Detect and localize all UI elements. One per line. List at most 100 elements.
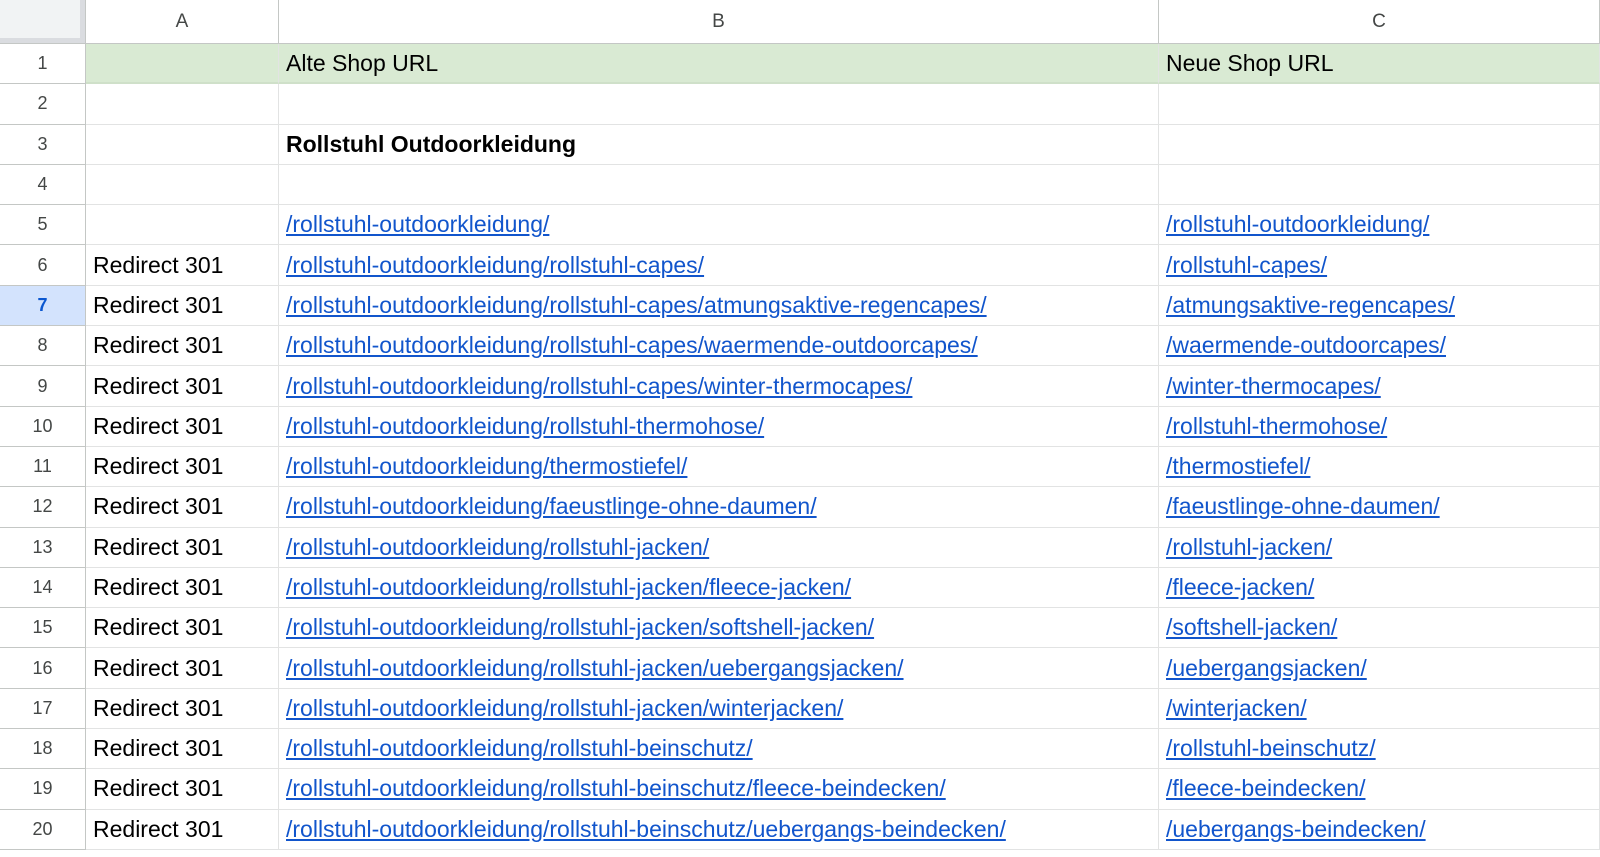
- cell-b18[interactable]: /rollstuhl-outdoorkleidung/rollstuhl-bei…: [279, 729, 1159, 770]
- cell-b19[interactable]: /rollstuhl-outdoorkleidung/rollstuhl-bei…: [279, 769, 1159, 810]
- cell-c11[interactable]: /thermostiefel/: [1159, 446, 1600, 488]
- cell-a3[interactable]: [86, 124, 279, 165]
- cell-a19[interactable]: Redirect 301: [86, 769, 279, 810]
- row-header[interactable]: 2: [0, 84, 86, 125]
- row-header[interactable]: 11: [0, 446, 86, 488]
- url-link[interactable]: /rollstuhl-capes/: [1166, 252, 1327, 279]
- url-link[interactable]: /rollstuhl-outdoorkleidung/rollstuhl-cap…: [286, 252, 704, 279]
- url-link[interactable]: /rollstuhl-outdoorkleidung/rollstuhl-the…: [286, 413, 764, 440]
- cell-b6[interactable]: /rollstuhl-outdoorkleidung/rollstuhl-cap…: [279, 245, 1159, 286]
- select-all-corner[interactable]: [0, 0, 86, 44]
- cell-c17[interactable]: /winterjacken/: [1159, 688, 1600, 730]
- cell-c12[interactable]: /faeustlinge-ohne-daumen/: [1159, 487, 1600, 528]
- url-link[interactable]: /rollstuhl-outdoorkleidung/thermostiefel…: [286, 453, 687, 480]
- cell-b14[interactable]: /rollstuhl-outdoorkleidung/rollstuhl-jac…: [279, 567, 1159, 609]
- cell-a15[interactable]: Redirect 301: [86, 608, 279, 649]
- url-link[interactable]: /rollstuhl-beinschutz/: [1166, 735, 1376, 762]
- row-header[interactable]: 20: [0, 809, 86, 850]
- url-link[interactable]: /winter-thermocapes/: [1166, 373, 1381, 400]
- row-header[interactable]: 7: [0, 285, 86, 327]
- cell-a4[interactable]: [86, 164, 279, 206]
- url-link[interactable]: /rollstuhl-outdoorkleidung/rollstuhl-bei…: [286, 775, 946, 802]
- url-link[interactable]: /rollstuhl-outdoorkleidung/rollstuhl-bei…: [286, 735, 753, 762]
- cell-c9[interactable]: /winter-thermocapes/: [1159, 366, 1600, 407]
- url-link[interactable]: /waermende-outdoorcapes/: [1166, 332, 1446, 359]
- url-link[interactable]: /rollstuhl-outdoorkleidung/rollstuhl-jac…: [286, 614, 874, 641]
- cell-b15[interactable]: /rollstuhl-outdoorkleidung/rollstuhl-jac…: [279, 608, 1159, 649]
- url-link[interactable]: /winterjacken/: [1166, 695, 1307, 722]
- row-header[interactable]: 6: [0, 245, 86, 286]
- cell-a1[interactable]: [86, 44, 279, 85]
- cell-a8[interactable]: Redirect 301: [86, 326, 279, 367]
- row-header[interactable]: 19: [0, 769, 86, 810]
- row-header[interactable]: 15: [0, 608, 86, 649]
- column-header-a[interactable]: A: [86, 0, 279, 44]
- row-header[interactable]: 3: [0, 124, 86, 165]
- cell-c6[interactable]: /rollstuhl-capes/: [1159, 245, 1600, 286]
- cell-b8[interactable]: /rollstuhl-outdoorkleidung/rollstuhl-cap…: [279, 326, 1159, 367]
- cell-b10[interactable]: /rollstuhl-outdoorkleidung/rollstuhl-the…: [279, 406, 1159, 447]
- cell-c7[interactable]: /atmungsaktive-regencapes/: [1159, 285, 1600, 327]
- cell-a11[interactable]: Redirect 301: [86, 446, 279, 488]
- cell-a12[interactable]: Redirect 301: [86, 487, 279, 528]
- row-header[interactable]: 17: [0, 688, 86, 730]
- cell-b13[interactable]: /rollstuhl-outdoorkleidung/rollstuhl-jac…: [279, 527, 1159, 568]
- cell-c14[interactable]: /fleece-jacken/: [1159, 567, 1600, 609]
- cell-a2[interactable]: [86, 84, 279, 125]
- row-header[interactable]: 10: [0, 406, 86, 447]
- cell-c8[interactable]: /waermende-outdoorcapes/: [1159, 326, 1600, 367]
- cell-c10[interactable]: /rollstuhl-thermohose/: [1159, 406, 1600, 447]
- cell-a10[interactable]: Redirect 301: [86, 406, 279, 447]
- row-header[interactable]: 14: [0, 567, 86, 609]
- row-header[interactable]: 18: [0, 729, 86, 770]
- cell-a16[interactable]: Redirect 301: [86, 648, 279, 689]
- url-link[interactable]: /fleece-beindecken/: [1166, 775, 1365, 802]
- cell-b2[interactable]: [279, 84, 1159, 125]
- url-link[interactable]: /rollstuhl-outdoorkleidung/rollstuhl-jac…: [286, 574, 851, 601]
- url-link[interactable]: /rollstuhl-outdoorkleidung/rollstuhl-bei…: [286, 816, 1006, 843]
- cell-c16[interactable]: /uebergangsjacken/: [1159, 648, 1600, 689]
- row-header[interactable]: 8: [0, 326, 86, 367]
- cell-b12[interactable]: /rollstuhl-outdoorkleidung/faeustlinge-o…: [279, 487, 1159, 528]
- cell-b11[interactable]: /rollstuhl-outdoorkleidung/thermostiefel…: [279, 446, 1159, 488]
- cell-c19[interactable]: /fleece-beindecken/: [1159, 769, 1600, 810]
- cell-c5[interactable]: /rollstuhl-outdoorkleidung/: [1159, 205, 1600, 246]
- row-header[interactable]: 9: [0, 366, 86, 407]
- cell-b5[interactable]: /rollstuhl-outdoorkleidung/: [279, 205, 1159, 246]
- cell-a9[interactable]: Redirect 301: [86, 366, 279, 407]
- cell-c15[interactable]: /softshell-jacken/: [1159, 608, 1600, 649]
- row-header[interactable]: 5: [0, 205, 86, 246]
- url-link[interactable]: /rollstuhl-outdoorkleidung/rollstuhl-cap…: [286, 332, 978, 359]
- cell-b17[interactable]: /rollstuhl-outdoorkleidung/rollstuhl-jac…: [279, 688, 1159, 730]
- url-link[interactable]: /uebergangs-beindecken/: [1166, 816, 1426, 843]
- url-link[interactable]: /thermostiefel/: [1166, 453, 1310, 480]
- url-link[interactable]: /rollstuhl-outdoorkleidung/rollstuhl-jac…: [286, 534, 709, 561]
- cell-a14[interactable]: Redirect 301: [86, 567, 279, 609]
- cell-b16[interactable]: /rollstuhl-outdoorkleidung/rollstuhl-jac…: [279, 648, 1159, 689]
- cell-b9[interactable]: /rollstuhl-outdoorkleidung/rollstuhl-cap…: [279, 366, 1159, 407]
- cell-c3[interactable]: [1159, 124, 1600, 165]
- url-link[interactable]: /rollstuhl-outdoorkleidung/rollstuhl-jac…: [286, 695, 843, 722]
- column-header-c[interactable]: C: [1159, 0, 1600, 44]
- url-link[interactable]: /rollstuhl-outdoorkleidung/: [1166, 211, 1429, 238]
- cell-c13[interactable]: /rollstuhl-jacken/: [1159, 527, 1600, 568]
- cell-b4[interactable]: [279, 164, 1159, 206]
- url-link[interactable]: /softshell-jacken/: [1166, 614, 1337, 641]
- cell-c18[interactable]: /rollstuhl-beinschutz/: [1159, 729, 1600, 770]
- cell-b1[interactable]: Alte Shop URL: [279, 44, 1159, 85]
- url-link[interactable]: /faeustlinge-ohne-daumen/: [1166, 493, 1440, 520]
- row-header[interactable]: 13: [0, 527, 86, 568]
- cell-b7[interactable]: /rollstuhl-outdoorkleidung/rollstuhl-cap…: [279, 285, 1159, 327]
- url-link[interactable]: /rollstuhl-outdoorkleidung/rollstuhl-cap…: [286, 373, 912, 400]
- url-link[interactable]: /rollstuhl-jacken/: [1166, 534, 1332, 561]
- url-link[interactable]: /rollstuhl-outdoorkleidung/rollstuhl-jac…: [286, 655, 904, 682]
- cell-a6[interactable]: Redirect 301: [86, 245, 279, 286]
- row-header[interactable]: 1: [0, 44, 86, 85]
- url-link[interactable]: /uebergangsjacken/: [1166, 655, 1367, 682]
- url-link[interactable]: /rollstuhl-outdoorkleidung/: [286, 211, 549, 238]
- cell-c2[interactable]: [1159, 84, 1600, 125]
- row-header[interactable]: 4: [0, 164, 86, 206]
- cell-b20[interactable]: /rollstuhl-outdoorkleidung/rollstuhl-bei…: [279, 809, 1159, 850]
- cell-a20[interactable]: Redirect 301: [86, 809, 279, 850]
- url-link[interactable]: /fleece-jacken/: [1166, 574, 1314, 601]
